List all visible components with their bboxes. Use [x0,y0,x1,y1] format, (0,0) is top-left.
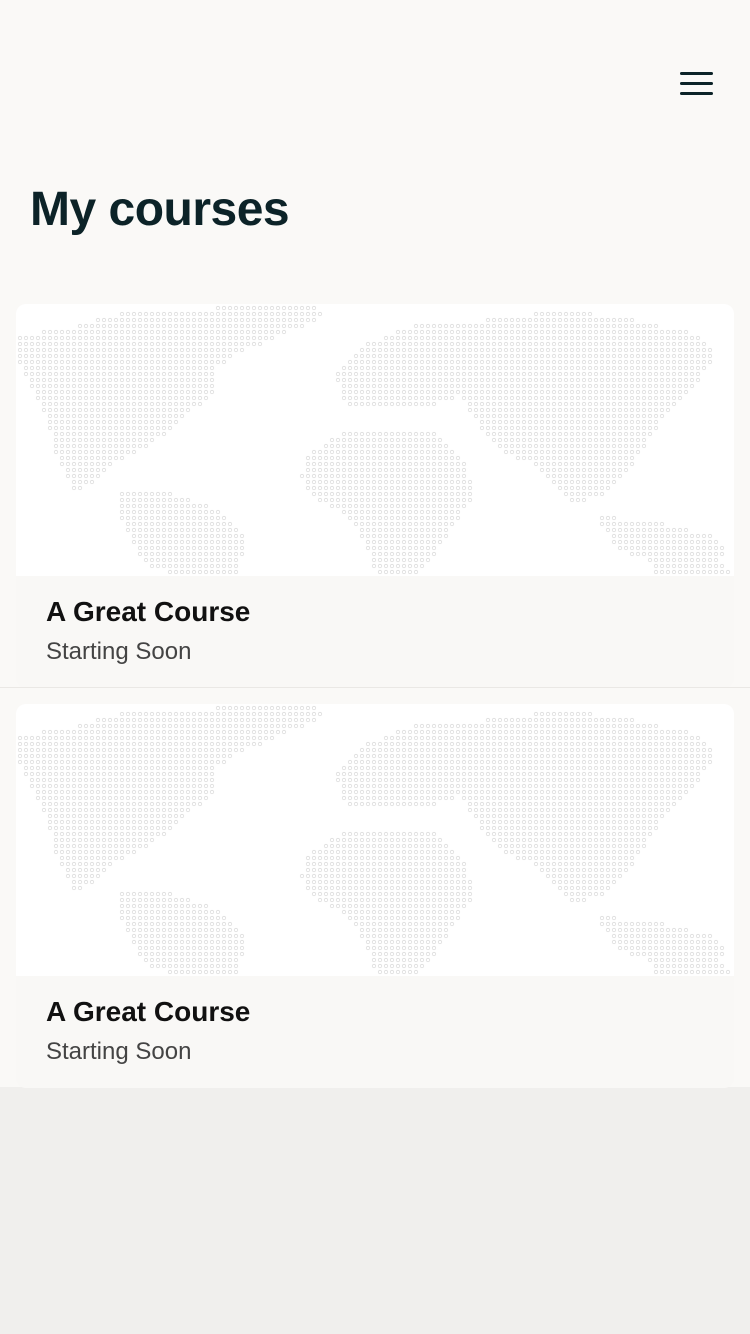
page-title: My courses [30,183,290,236]
map-dots [17,305,731,575]
course-title: A Great Course [46,996,251,1027]
course-image [16,304,734,576]
menu-line [680,82,713,85]
course-status: Starting Soon [46,638,192,665]
menu-line [680,72,713,75]
map-dots [17,705,731,975]
course-card[interactable]: A Great Course Starting Soon [16,704,734,1088]
course-image [16,704,734,976]
course-card-footer: A Great Course Starting Soon [16,576,734,688]
courses-page: My courses A Great Course Starting Soon … [0,0,750,1088]
course-card[interactable]: A Great Course Starting Soon [16,304,734,688]
course-status: Starting Soon [46,1038,192,1065]
course-title: A Great Course [46,596,251,627]
menu-line [680,92,713,95]
card-divider [0,687,750,688]
course-card-footer: A Great Course Starting Soon [16,976,734,1088]
hamburger-menu-icon[interactable] [672,64,720,104]
